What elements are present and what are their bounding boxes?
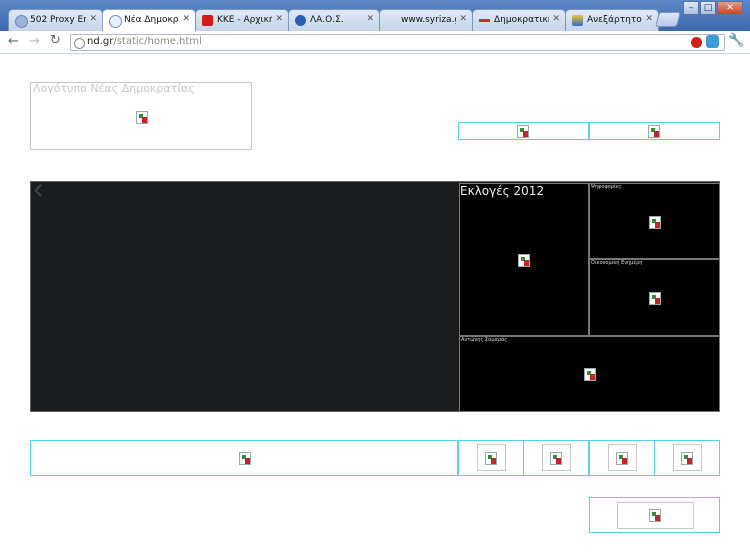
anel-icon [572,15,583,26]
close-icon[interactable]: ✕ [459,14,467,24]
tab-label: www.syriza.gr [401,15,456,25]
header-link-2[interactable] [589,122,720,140]
broken-image-icon [550,452,562,465]
tab-dimar[interactable]: Δημοκρατική Αρι ✕ [472,9,566,31]
url-path: /static/home.html [113,36,202,47]
tab-label: ΚΚΕ - Αρχική [217,15,272,25]
broken-image-icon [616,452,628,465]
header-link-1[interactable] [458,122,589,140]
broken-image-icon [517,125,529,138]
broken-image-icon [681,452,693,465]
tile-caption: Οικονομική Ενημέρη [591,260,643,266]
close-icon[interactable]: ✕ [366,14,374,24]
broken-image-icon [485,452,497,465]
social-link-1[interactable] [458,440,524,476]
new-tab-button[interactable] [654,12,682,27]
tab-label: 502 Proxy Error [30,15,86,25]
economy-tile[interactable]: Οικονομική Ενημέρη [589,259,720,336]
tile-caption: Αντώνης Σαμαράς [461,337,508,343]
samaras-tile[interactable]: Αντώνης Σαμαράς [459,336,720,412]
tab-strip: 502 Proxy Error ✕ Νέα Δημοκρατία, ✕ ΚΚΕ … [0,0,750,32]
close-icon[interactable]: ✕ [182,14,190,24]
social-link-2[interactable] [523,440,589,476]
featured-slider: Εκλογές 2012 Ψηφοφορίες Οικονομική Ενημέ… [30,181,720,412]
tab-laos[interactable]: ΛΑ.Ο.Σ. ✕ [288,9,380,31]
globe-icon [15,15,28,28]
tab-kke[interactable]: ΚΚΕ - Αρχική ✕ [195,9,289,31]
logo-alt-text: Λογότυπο Νέας Δημοκρατίας [33,82,195,95]
tab-nd[interactable]: Νέα Δημοκρατία, ✕ [102,9,196,32]
reload-icon[interactable]: ↻ [50,33,61,48]
back-arrow-icon[interactable]: ← [8,34,19,49]
tile-caption: Ψηφοφορίες [591,184,622,190]
broken-image-icon [136,111,148,124]
dimar-icon [479,19,490,22]
forward-arrow-icon[interactable]: → [29,34,40,49]
tab-label: Δημοκρατική Αρι [494,15,549,25]
social-link-3[interactable] [589,440,655,476]
extension-icon[interactable] [706,35,719,48]
globe-icon [109,15,122,28]
blocked-content-icon[interactable] [691,37,702,48]
laos-icon [295,15,306,26]
broken-image-icon [649,292,661,305]
broken-image-icon [649,509,661,522]
minimize-button[interactable]: – [683,1,699,15]
broken-image-icon [584,368,596,381]
close-icon[interactable]: ✕ [552,14,560,24]
maximize-button[interactable]: □ [700,1,716,15]
social-link-4[interactable] [654,440,720,476]
broken-image-icon [649,216,661,229]
elections-title: Εκλογές 2012 [460,184,545,198]
tab-anel[interactable]: Ανεξάρτητοι Έλλ ✕ [565,9,659,31]
tab-label: ΛΑ.Ο.Σ. [310,15,344,25]
wrench-icon[interactable]: 🔧 [728,33,744,48]
broken-image-icon [518,254,530,267]
tab-label: Νέα Δημοκρατία, [124,15,179,25]
url-host: nd.gr [87,36,114,47]
close-icon[interactable]: ✕ [89,14,97,24]
kke-icon [202,15,213,26]
broken-image-icon [648,125,660,138]
blank-icon [386,15,397,26]
banner-link[interactable] [30,440,458,476]
logo-box[interactable]: Λογότυπο Νέας Δημοκρατίας [30,82,252,150]
tab-syriza[interactable]: www.syriza.gr ✕ [379,9,473,31]
address-bar[interactable]: nd.gr/static/home.html ☆ [70,34,725,51]
page-globe-icon [74,38,85,49]
close-icon[interactable]: ✕ [275,14,283,24]
url-text: nd.gr/static/home.html [87,36,202,47]
votes-tile[interactable]: Ψηφοφορίες [589,183,720,259]
tab-label: Ανεξάρτητοι Έλλ [587,15,642,25]
tab-proxy-error[interactable]: 502 Proxy Error ✕ [8,9,103,31]
elections-tile[interactable]: Εκλογές 2012 [459,183,589,336]
close-window-button[interactable]: ✕ [717,1,743,15]
wrench-small-icon [34,184,47,197]
broken-image-icon [239,452,251,465]
close-icon[interactable]: ✕ [645,14,653,24]
footer-link[interactable] [589,497,720,533]
